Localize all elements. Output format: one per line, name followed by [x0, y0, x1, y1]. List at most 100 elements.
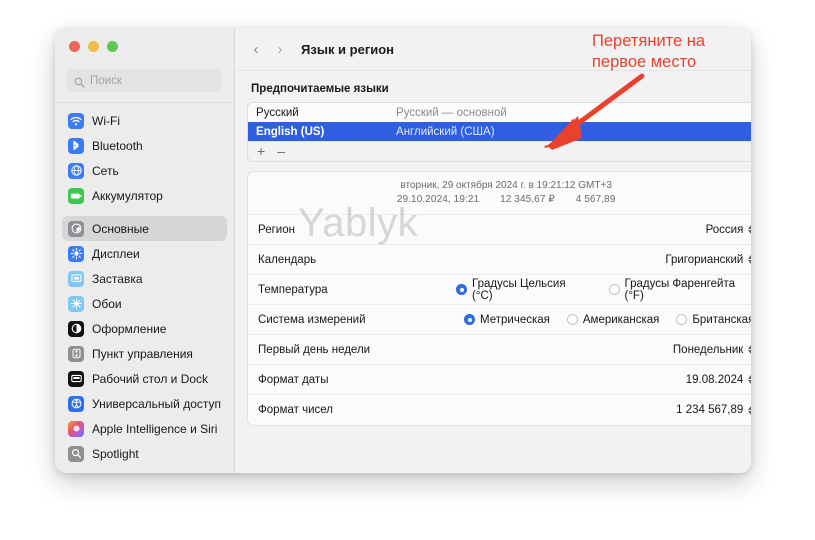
sidebar-item-label: Wi-Fi — [92, 113, 120, 128]
sidebar-item-label: Оформление — [92, 321, 167, 336]
sidebar-item-spotlight[interactable]: Spotlight — [62, 441, 227, 466]
temperature-radio-group: Градусы Цельсия (°C) Градусы Фаренгейта … — [408, 278, 751, 302]
sidebar-item-label: Дисплеи — [92, 246, 140, 261]
annotation-line-2: первое место — [592, 52, 697, 71]
annotation-arrow-icon — [544, 73, 645, 150]
siri-icon — [68, 420, 84, 437]
language-name: Русский — [256, 106, 299, 119]
search-field-wrap: Поиск — [55, 62, 234, 100]
setting-row-first-day-of-week: Первый день недели Понедельник — [248, 335, 751, 365]
back-button[interactable]: ‹ — [249, 42, 263, 57]
radio-dot-selected-icon — [464, 314, 476, 325]
chevron-updown-icon — [748, 255, 751, 264]
sidebar-item-label: Apple Intelligence и Siri — [92, 421, 218, 436]
add-language-button[interactable]: + — [257, 144, 265, 158]
radio-fahrenheit[interactable]: Градусы Фаренгейта (°F) — [608, 278, 752, 302]
close-button[interactable] — [69, 41, 80, 52]
language-name: English (US) — [256, 125, 325, 138]
sidebar-item-general[interactable]: Основные — [62, 216, 228, 241]
preview-long-date: вторник, 29 октября 2024 г. в 19:21:12 G… — [400, 180, 612, 191]
spotlight-search-icon — [68, 445, 84, 462]
sidebar-item-battery[interactable]: Аккумулятор — [62, 183, 227, 208]
row-label: Формат чисел — [258, 404, 333, 416]
pane-body: Предпочитаемые языки Русский Русский — о… — [235, 71, 751, 426]
sidebar-item-label: Аккумулятор — [92, 188, 163, 203]
annotation-line-1: Перетяните на — [592, 32, 706, 50]
radio-label: Градусы Цельсия (°C) — [472, 277, 566, 302]
row-label: Система измерений — [258, 313, 366, 326]
sidebar-item-label: Рабочий стол и Dock — [92, 371, 209, 386]
content-pane: ‹ › Язык и регион Предпочитаемые языки Р… — [235, 28, 751, 473]
calendar-popup-button[interactable]: Григорианский — [665, 254, 751, 266]
row-label: Календарь — [258, 253, 317, 266]
date-format-popup-button[interactable]: 19.08.2024 — [686, 374, 751, 386]
sidebar-item-label: Заставка — [92, 271, 143, 286]
region-popup-button[interactable]: Россия — [706, 224, 751, 236]
preferred-languages-list: Русский Русский — основной English (US) … — [247, 102, 751, 162]
preview-short-date: 29.10.2024, 19:21 — [396, 194, 480, 205]
sidebar-item-wallpaper[interactable]: Обои — [62, 291, 227, 316]
row-label: Первый день недели — [258, 343, 371, 356]
search-placeholder: Поиск — [90, 74, 122, 87]
format-preview: вторник, 29 октября 2024 г. в 19:21:12 G… — [248, 172, 751, 215]
radio-uk[interactable]: Британская — [676, 314, 751, 326]
chevron-updown-icon — [748, 225, 751, 234]
first-day-popup-button[interactable]: Понедельник — [673, 344, 751, 356]
preview-currency: 12 345,67 ₽ — [500, 194, 555, 205]
forward-button[interactable]: › — [273, 42, 287, 57]
screenshot-root: Поиск Wi-Fi Bluetooth Сеть Аккумулятор О… — [0, 0, 815, 540]
chevron-updown-icon — [748, 405, 751, 415]
sidebar-item-wifi[interactable]: Wi-Fi — [62, 108, 227, 133]
screensaver-icon — [68, 270, 84, 287]
sidebar-divider — [55, 102, 235, 103]
bluetooth-icon — [68, 137, 84, 154]
radio-celsius[interactable]: Градусы Цельсия (°C) — [456, 278, 586, 302]
setting-row-measurement-system: Система измерений Метрическая Американск… — [248, 305, 751, 335]
sidebar-item-accessibility[interactable]: Универсальный доступ — [62, 391, 227, 416]
search-input[interactable]: Поиск — [67, 69, 223, 92]
radio-dot-icon — [608, 284, 620, 295]
page-title: Язык и регион — [301, 41, 395, 57]
region-settings-card: вторник, 29 октября 2024 г. в 19:21:12 G… — [247, 171, 751, 426]
chevron-updown-icon — [748, 375, 751, 384]
sidebar-item-label: Spotlight — [92, 446, 139, 461]
sidebar-item-appearance[interactable]: Оформление — [62, 316, 227, 341]
appearance-contrast-icon — [68, 320, 84, 337]
popup-value: Григорианский — [665, 253, 744, 266]
setting-row-temperature: Температура Градусы Цельсия (°C) Градусы… — [248, 275, 751, 305]
measurement-radio-group: Метрическая Американская Британская — [408, 314, 751, 326]
language-description: Русский — основной — [396, 106, 507, 119]
sidebar-item-label: Сеть — [92, 163, 119, 178]
sidebar-item-apple-intelligence-siri[interactable]: Apple Intelligence и Siri — [62, 416, 227, 441]
language-row-english-us[interactable]: English (US) Английский (США) — [248, 122, 751, 141]
sidebar-group-system: Основные Дисплеи Заставка Обои Оформлени… — [55, 216, 234, 466]
sidebar-item-control-center[interactable]: Пункт управления — [62, 341, 227, 366]
row-label: Регион — [258, 223, 295, 236]
sidebar-item-displays[interactable]: Дисплеи — [62, 241, 227, 266]
sidebar-item-label: Обои — [92, 296, 122, 311]
remove-language-button[interactable]: – — [277, 144, 285, 158]
radio-metric[interactable]: Метрическая — [464, 314, 550, 326]
accessibility-icon — [68, 395, 84, 412]
sidebar-item-network[interactable]: Сеть — [62, 158, 227, 183]
popup-value: 1 234 567,89 — [676, 404, 744, 416]
sidebar-item-bluetooth[interactable]: Bluetooth — [62, 133, 227, 158]
minimize-button[interactable] — [88, 41, 99, 52]
row-label: Формат даты — [258, 373, 329, 386]
zoom-button[interactable] — [107, 41, 118, 52]
wallpaper-icon — [68, 295, 84, 312]
radio-us[interactable]: Американская — [566, 314, 659, 326]
language-row-russian[interactable]: Русский Русский — основной — [248, 103, 751, 122]
radio-label: Метрическая — [480, 313, 550, 326]
annotation-text: Перетяните на первое место — [592, 31, 812, 73]
number-format-popup-button[interactable]: 1 234 567,89 — [676, 404, 751, 416]
radio-dot-icon — [676, 314, 688, 325]
popup-value: Россия — [705, 223, 744, 236]
sidebar-item-label: Пункт управления — [92, 346, 193, 361]
sidebar-item-desktop-dock[interactable]: Рабочий стол и Dock — [62, 366, 227, 391]
setting-row-number-format: Формат чисел 1 234 567,89 — [248, 395, 751, 425]
sidebar-item-screensaver[interactable]: Заставка — [62, 266, 227, 291]
desktop-dock-icon — [68, 370, 84, 387]
popup-value: Понедельник — [672, 343, 744, 356]
